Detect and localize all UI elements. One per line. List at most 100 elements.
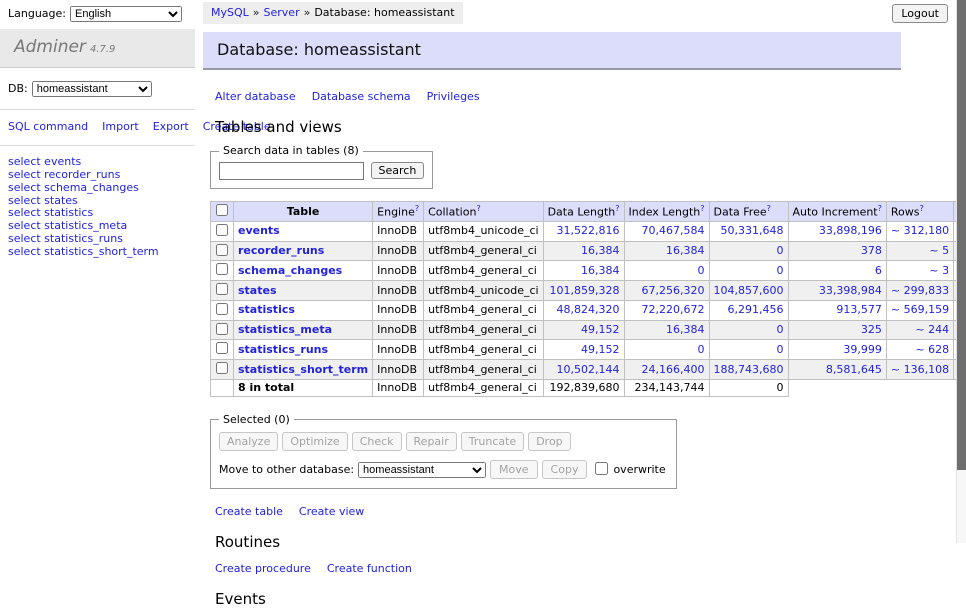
data-free-link[interactable]: 50,331,648 — [721, 224, 784, 237]
index-length-link[interactable]: 24,166,400 — [642, 363, 705, 376]
sidebar-action-link[interactable]: Export — [153, 120, 189, 133]
breadcrumb-link[interactable]: Server — [264, 6, 300, 19]
rows-link[interactable]: ~ 244 — [915, 323, 949, 336]
data-free-link[interactable]: 0 — [777, 264, 784, 277]
data-length-link[interactable]: 101,859,328 — [550, 284, 620, 297]
row-checkbox-cell — [211, 221, 234, 241]
auto-increment-link[interactable]: 325 — [861, 323, 882, 336]
truncate-button[interactable]: Truncate — [461, 432, 524, 451]
language-select[interactable]: English — [70, 6, 182, 22]
table-name-link[interactable]: states — [238, 284, 277, 297]
auto-increment-link[interactable]: 6 — [875, 264, 882, 277]
collation-cell: utf8mb4_general_ci — [424, 340, 543, 360]
sidebar-action-link[interactable]: Import — [102, 120, 139, 133]
data-free-link[interactable]: 0 — [777, 323, 784, 336]
database-nav-link[interactable]: Database schema — [312, 90, 411, 103]
rows-link[interactable]: ~ 628 — [915, 343, 949, 356]
rows-link[interactable]: ~ 312,180 — [891, 224, 949, 237]
rows-cell: ~ 5 — [886, 241, 953, 261]
breadcrumb-link[interactable]: MySQL — [211, 6, 249, 19]
help-link[interactable]: ? — [615, 204, 619, 213]
database-nav-link[interactable]: Privileges — [427, 90, 480, 103]
select-all-checkbox[interactable] — [216, 204, 228, 216]
auto-increment-link[interactable]: 913,577 — [836, 303, 882, 316]
rows-link[interactable]: ~ 3 — [929, 264, 949, 277]
data-length-link[interactable]: 48,824,320 — [557, 303, 620, 316]
data-free-link[interactable]: 104,857,600 — [714, 284, 784, 297]
help-link[interactable]: ? — [767, 204, 771, 213]
data-length-link[interactable]: 49,152 — [581, 323, 620, 336]
index-length-link[interactable]: 0 — [698, 264, 705, 277]
database-nav-link[interactable]: Alter database — [215, 90, 296, 103]
search-input[interactable] — [219, 162, 364, 180]
optimize-button[interactable]: Optimize — [282, 432, 347, 451]
index-length-link[interactable]: 0 — [698, 343, 705, 356]
data-length-link[interactable]: 10,502,144 — [557, 363, 620, 376]
copy-button[interactable]: Copy — [542, 460, 588, 479]
db-select[interactable]: homeassistant — [32, 81, 152, 97]
table-name-link[interactable]: statistics — [238, 303, 295, 316]
data-free-link[interactable]: 0 — [777, 343, 784, 356]
rows-link[interactable]: ~ 569,159 — [891, 303, 949, 316]
help-link[interactable]: ? — [415, 204, 419, 213]
sidebar-table-link[interactable]: select statistics_runs — [8, 233, 187, 246]
drop-button[interactable]: Drop — [528, 432, 570, 451]
data-length-link[interactable]: 31,522,816 — [557, 224, 620, 237]
table-name-link[interactable]: statistics_runs — [238, 343, 328, 356]
logout-button[interactable]: Logout — [892, 4, 948, 23]
auto-increment-link[interactable]: 33,898,196 — [819, 224, 882, 237]
help-link[interactable]: ? — [476, 204, 480, 213]
breadcrumb-separator: » — [304, 6, 311, 19]
routine-link[interactable]: Create function — [327, 562, 412, 575]
table-name-link[interactable]: schema_changes — [238, 264, 342, 277]
data-length-link[interactable]: 49,152 — [581, 343, 620, 356]
row-checkbox[interactable] — [216, 244, 228, 256]
help-link[interactable]: ? — [700, 204, 704, 213]
data-free-link[interactable]: 6,291,456 — [728, 303, 784, 316]
table-name-link[interactable]: statistics_meta — [238, 323, 332, 336]
rows-link[interactable]: ~ 299,833 — [891, 284, 949, 297]
rows-link[interactable]: ~ 5 — [929, 244, 949, 257]
table-name-link[interactable]: recorder_runs — [238, 244, 324, 257]
sidebar-table-link[interactable]: select recorder_runs — [8, 169, 187, 182]
row-checkbox[interactable] — [216, 303, 228, 315]
row-checkbox[interactable] — [216, 283, 228, 295]
table-name-link[interactable]: statistics_short_term — [238, 363, 368, 376]
auto-increment-link[interactable]: 33,398,984 — [819, 284, 882, 297]
create-link[interactable]: Create view — [299, 505, 364, 518]
row-checkbox[interactable] — [216, 224, 228, 236]
auto-increment-link[interactable]: 378 — [861, 244, 882, 257]
row-checkbox[interactable] — [216, 323, 228, 335]
overwrite-checkbox[interactable] — [595, 462, 608, 475]
auto-increment-link[interactable]: 8,581,645 — [826, 363, 882, 376]
rows-link[interactable]: ~ 136,108 — [891, 363, 949, 376]
row-checkbox[interactable] — [216, 263, 228, 275]
routine-link[interactable]: Create procedure — [215, 562, 311, 575]
auto-increment-link[interactable]: 39,999 — [843, 343, 882, 356]
data-length-link[interactable]: 16,384 — [581, 264, 620, 277]
row-checkbox[interactable] — [216, 362, 228, 374]
move-button[interactable]: Move — [490, 460, 538, 479]
data-free-link[interactable]: 0 — [777, 244, 784, 257]
move-db-select[interactable]: homeassistant — [358, 462, 486, 478]
data-length-link[interactable]: 16,384 — [581, 244, 620, 257]
index-length-link[interactable]: 16,384 — [666, 323, 705, 336]
sidebar-table-link[interactable]: select statistics_short_term — [8, 246, 187, 259]
create-link[interactable]: Create table — [215, 505, 283, 518]
help-link[interactable]: ? — [919, 204, 923, 213]
scrollbar-thumb[interactable] — [957, 0, 966, 470]
repair-button[interactable]: Repair — [406, 432, 457, 451]
sidebar-table-link[interactable]: select schema_changes — [8, 182, 187, 195]
analyze-button[interactable]: Analyze — [219, 432, 278, 451]
sidebar-action-link[interactable]: SQL command — [8, 120, 88, 133]
check-button[interactable]: Check — [352, 432, 402, 451]
index-length-link[interactable]: 70,467,584 — [642, 224, 705, 237]
row-checkbox[interactable] — [216, 342, 228, 354]
index-length-link[interactable]: 72,220,672 — [642, 303, 705, 316]
index-length-link[interactable]: 16,384 — [666, 244, 705, 257]
help-link[interactable]: ? — [878, 204, 882, 213]
search-button[interactable]: Search — [371, 162, 425, 179]
table-name-link[interactable]: events — [238, 224, 280, 237]
index-length-link[interactable]: 67,256,320 — [642, 284, 705, 297]
data-free-link[interactable]: 188,743,680 — [714, 363, 784, 376]
